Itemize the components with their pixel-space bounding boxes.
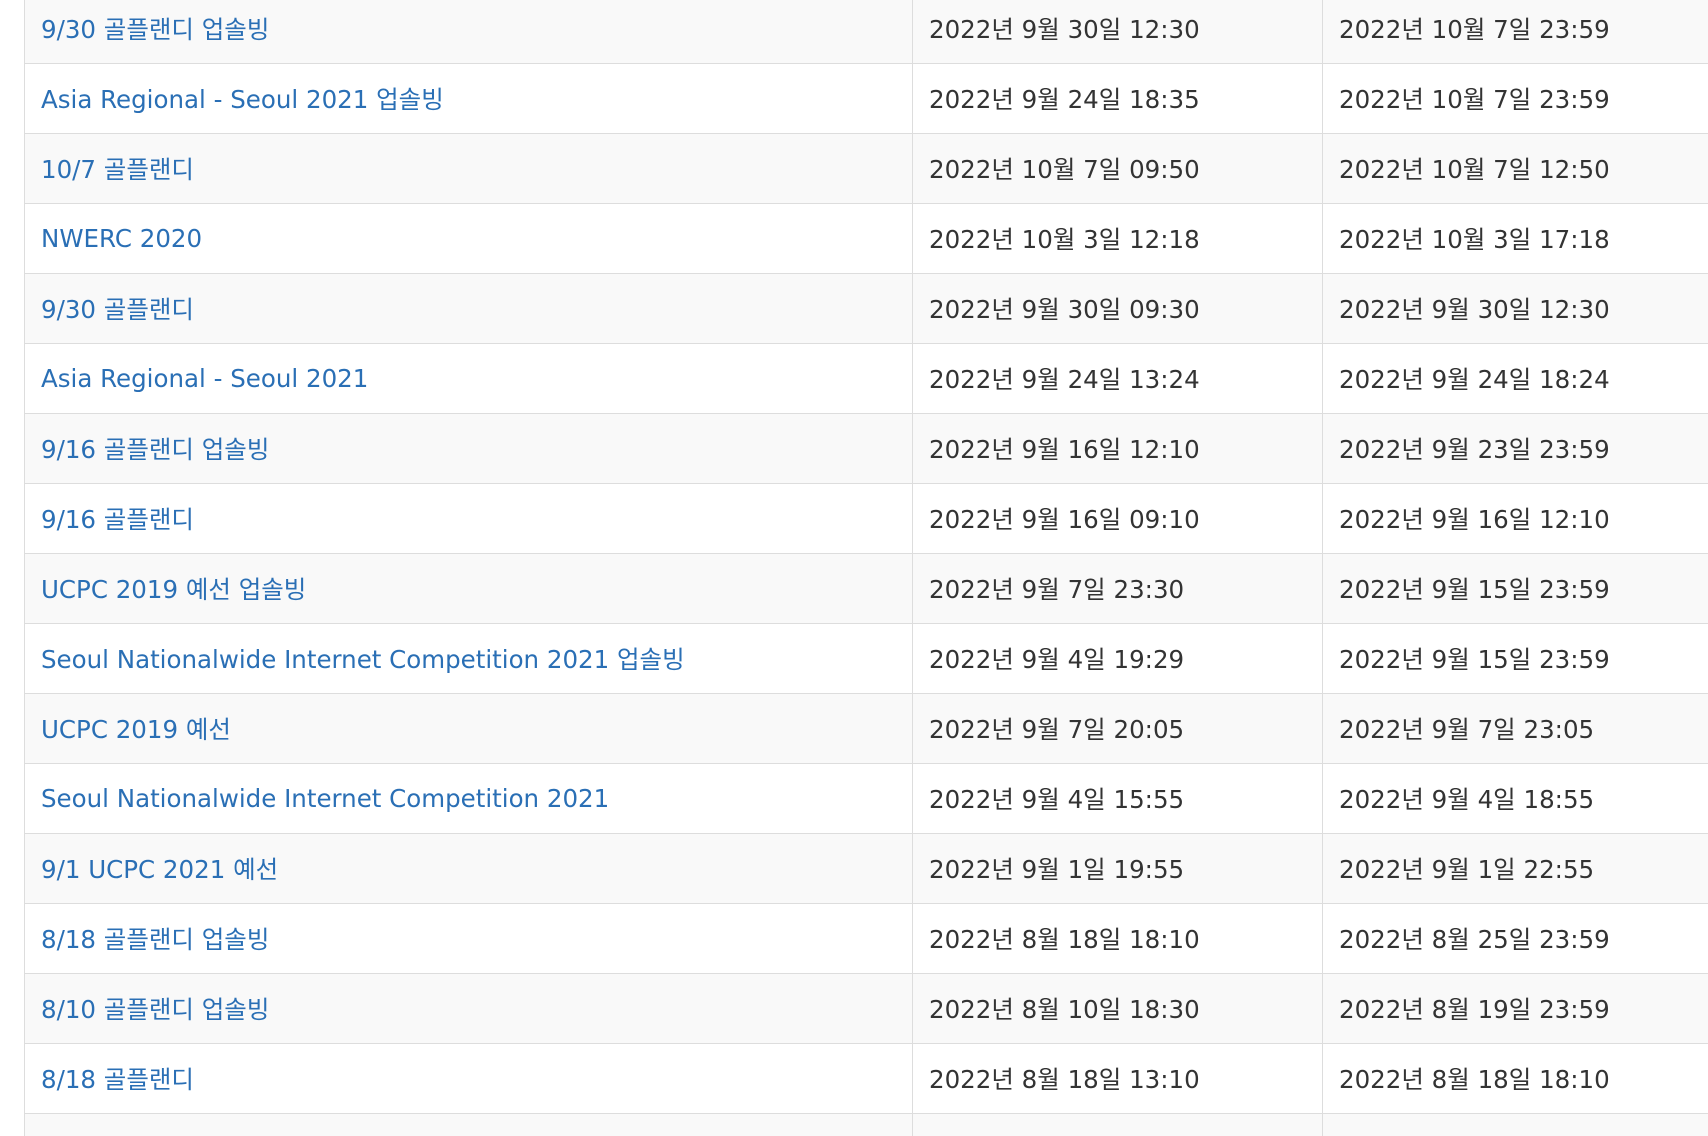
contest-name-cell: 10/7 골플랜디 bbox=[24, 133, 913, 204]
end-time-cell: 2022년 9월 15일 23:59 bbox=[1322, 553, 1708, 624]
contest-name-cell: Asia Regional - Seoul 2021 bbox=[24, 343, 913, 414]
end-time-cell: 2022년 9월 4일 18:55 bbox=[1322, 763, 1708, 834]
table-row: 9/16 골플랜디 업솔빙 2022년 9월 16일 12:10 2022년 9… bbox=[24, 413, 1708, 484]
contest-name-cell: 9/1 UCPC 2021 예선 bbox=[24, 833, 913, 904]
start-time-cell: 2022년 8월 18일 13:10 bbox=[912, 1043, 1323, 1114]
start-time-cell: 2022년 9월 4일 19:29 bbox=[912, 623, 1323, 694]
contest-link[interactable]: 9/30 골플랜디 bbox=[41, 295, 194, 324]
start-time-cell: 2022년 9월 7일 20:05 bbox=[912, 693, 1323, 764]
table-row bbox=[24, 1113, 1708, 1136]
contest-name-cell: 8/18 골플랜디 업솔빙 bbox=[24, 903, 913, 974]
contest-name-cell bbox=[24, 1113, 913, 1136]
start-time-cell: 2022년 9월 7일 23:30 bbox=[912, 553, 1323, 624]
end-time-cell bbox=[1322, 1113, 1708, 1136]
start-time-cell: 2022년 8월 10일 18:30 bbox=[912, 973, 1323, 1044]
contest-name-cell: Asia Regional - Seoul 2021 업솔빙 bbox=[24, 63, 913, 134]
contest-link[interactable]: 9/30 골플랜디 업솔빙 bbox=[41, 15, 269, 44]
start-time-cell: 2022년 9월 4일 15:55 bbox=[912, 763, 1323, 834]
contest-name-cell: Seoul Nationalwide Internet Competition … bbox=[24, 623, 913, 694]
contest-name-cell: 9/16 골플랜디 업솔빙 bbox=[24, 413, 913, 484]
table-row: Asia Regional - Seoul 2021 2022년 9월 24일 … bbox=[24, 343, 1708, 414]
table-row: 8/18 골플랜디 2022년 8월 18일 13:10 2022년 8월 18… bbox=[24, 1043, 1708, 1114]
start-time-cell: 2022년 8월 18일 18:10 bbox=[912, 903, 1323, 974]
table-row: 8/18 골플랜디 업솔빙 2022년 8월 18일 18:10 2022년 8… bbox=[24, 903, 1708, 974]
end-time-cell: 2022년 10월 7일 23:59 bbox=[1322, 0, 1708, 64]
contest-table: 9/30 골플랜디 업솔빙 2022년 9월 30일 12:30 2022년 1… bbox=[24, 0, 1708, 1136]
end-time-cell: 2022년 8월 25일 23:59 bbox=[1322, 903, 1708, 974]
contest-link[interactable]: UCPC 2019 예선 bbox=[41, 715, 231, 744]
contest-table-body: 9/30 골플랜디 업솔빙 2022년 9월 30일 12:30 2022년 1… bbox=[24, 0, 1708, 1136]
end-time-cell: 2022년 10월 7일 23:59 bbox=[1322, 63, 1708, 134]
end-time-cell: 2022년 10월 3일 17:18 bbox=[1322, 203, 1708, 274]
table-row: Seoul Nationalwide Internet Competition … bbox=[24, 763, 1708, 834]
end-time-cell: 2022년 9월 23일 23:59 bbox=[1322, 413, 1708, 484]
end-time-cell: 2022년 9월 16일 12:10 bbox=[1322, 483, 1708, 554]
start-time-cell: 2022년 9월 30일 09:30 bbox=[912, 273, 1323, 344]
contest-name-cell: NWERC 2020 bbox=[24, 203, 913, 274]
table-row: Asia Regional - Seoul 2021 업솔빙 2022년 9월 … bbox=[24, 63, 1708, 134]
end-time-cell: 2022년 9월 30일 12:30 bbox=[1322, 273, 1708, 344]
contest-link[interactable]: 10/7 골플랜디 bbox=[41, 155, 194, 184]
table-row: 9/1 UCPC 2021 예선 2022년 9월 1일 19:55 2022년… bbox=[24, 833, 1708, 904]
contest-link[interactable]: 9/1 UCPC 2021 예선 bbox=[41, 855, 278, 884]
start-time-cell: 2022년 10월 3일 12:18 bbox=[912, 203, 1323, 274]
start-time-cell: 2022년 9월 16일 09:10 bbox=[912, 483, 1323, 554]
table-row: 10/7 골플랜디 2022년 10월 7일 09:50 2022년 10월 7… bbox=[24, 133, 1708, 204]
end-time-cell: 2022년 10월 7일 12:50 bbox=[1322, 133, 1708, 204]
contest-name-cell: 8/18 골플랜디 bbox=[24, 1043, 913, 1114]
contest-link[interactable]: 9/16 골플랜디 bbox=[41, 505, 194, 534]
table-row: UCPC 2019 예선 업솔빙 2022년 9월 7일 23:30 2022년… bbox=[24, 553, 1708, 624]
contest-list-page: 9/30 골플랜디 업솔빙 2022년 9월 30일 12:30 2022년 1… bbox=[0, 0, 1708, 1136]
contest-name-cell: Seoul Nationalwide Internet Competition … bbox=[24, 763, 913, 834]
start-time-cell: 2022년 9월 16일 12:10 bbox=[912, 413, 1323, 484]
contest-name-cell: 8/10 골플랜디 업솔빙 bbox=[24, 973, 913, 1044]
table-row: UCPC 2019 예선 2022년 9월 7일 20:05 2022년 9월 … bbox=[24, 693, 1708, 764]
contest-link[interactable]: Seoul Nationalwide Internet Competition … bbox=[41, 645, 685, 674]
start-time-cell: 2022년 9월 24일 18:35 bbox=[912, 63, 1323, 134]
contest-link[interactable]: Asia Regional - Seoul 2021 업솔빙 bbox=[41, 85, 444, 114]
contest-link[interactable]: 8/18 골플랜디 bbox=[41, 1065, 194, 1094]
contest-link[interactable]: 9/16 골플랜디 업솔빙 bbox=[41, 435, 269, 464]
contest-name-cell: UCPC 2019 예선 bbox=[24, 693, 913, 764]
start-time-cell: 2022년 10월 7일 09:50 bbox=[912, 133, 1323, 204]
start-time-cell: 2022년 9월 1일 19:55 bbox=[912, 833, 1323, 904]
contest-link[interactable]: Asia Regional - Seoul 2021 bbox=[41, 364, 368, 393]
contest-name-cell: 9/30 골플랜디 업솔빙 bbox=[24, 0, 913, 64]
table-row: 9/16 골플랜디 2022년 9월 16일 09:10 2022년 9월 16… bbox=[24, 483, 1708, 554]
contest-name-cell: 9/16 골플랜디 bbox=[24, 483, 913, 554]
contest-link[interactable]: 8/10 골플랜디 업솔빙 bbox=[41, 995, 269, 1024]
contest-link[interactable]: UCPC 2019 예선 업솔빙 bbox=[41, 575, 306, 604]
end-time-cell: 2022년 8월 18일 18:10 bbox=[1322, 1043, 1708, 1114]
end-time-cell: 2022년 8월 19일 23:59 bbox=[1322, 973, 1708, 1044]
table-row: 8/10 골플랜디 업솔빙 2022년 8월 10일 18:30 2022년 8… bbox=[24, 973, 1708, 1044]
table-row: 9/30 골플랜디 2022년 9월 30일 09:30 2022년 9월 30… bbox=[24, 273, 1708, 344]
table-row: Seoul Nationalwide Internet Competition … bbox=[24, 623, 1708, 694]
contest-link[interactable]: 8/18 골플랜디 업솔빙 bbox=[41, 925, 269, 954]
contest-link[interactable]: NWERC 2020 bbox=[41, 224, 202, 253]
contest-name-cell: UCPC 2019 예선 업솔빙 bbox=[24, 553, 913, 624]
end-time-cell: 2022년 9월 24일 18:24 bbox=[1322, 343, 1708, 414]
table-row: NWERC 2020 2022년 10월 3일 12:18 2022년 10월 … bbox=[24, 203, 1708, 274]
contest-name-cell: 9/30 골플랜디 bbox=[24, 273, 913, 344]
start-time-cell bbox=[912, 1113, 1323, 1136]
contest-link[interactable]: Seoul Nationalwide Internet Competition … bbox=[41, 784, 609, 813]
end-time-cell: 2022년 9월 15일 23:59 bbox=[1322, 623, 1708, 694]
end-time-cell: 2022년 9월 7일 23:05 bbox=[1322, 693, 1708, 764]
start-time-cell: 2022년 9월 30일 12:30 bbox=[912, 0, 1323, 64]
start-time-cell: 2022년 9월 24일 13:24 bbox=[912, 343, 1323, 414]
table-row: 9/30 골플랜디 업솔빙 2022년 9월 30일 12:30 2022년 1… bbox=[24, 0, 1708, 64]
end-time-cell: 2022년 9월 1일 22:55 bbox=[1322, 833, 1708, 904]
